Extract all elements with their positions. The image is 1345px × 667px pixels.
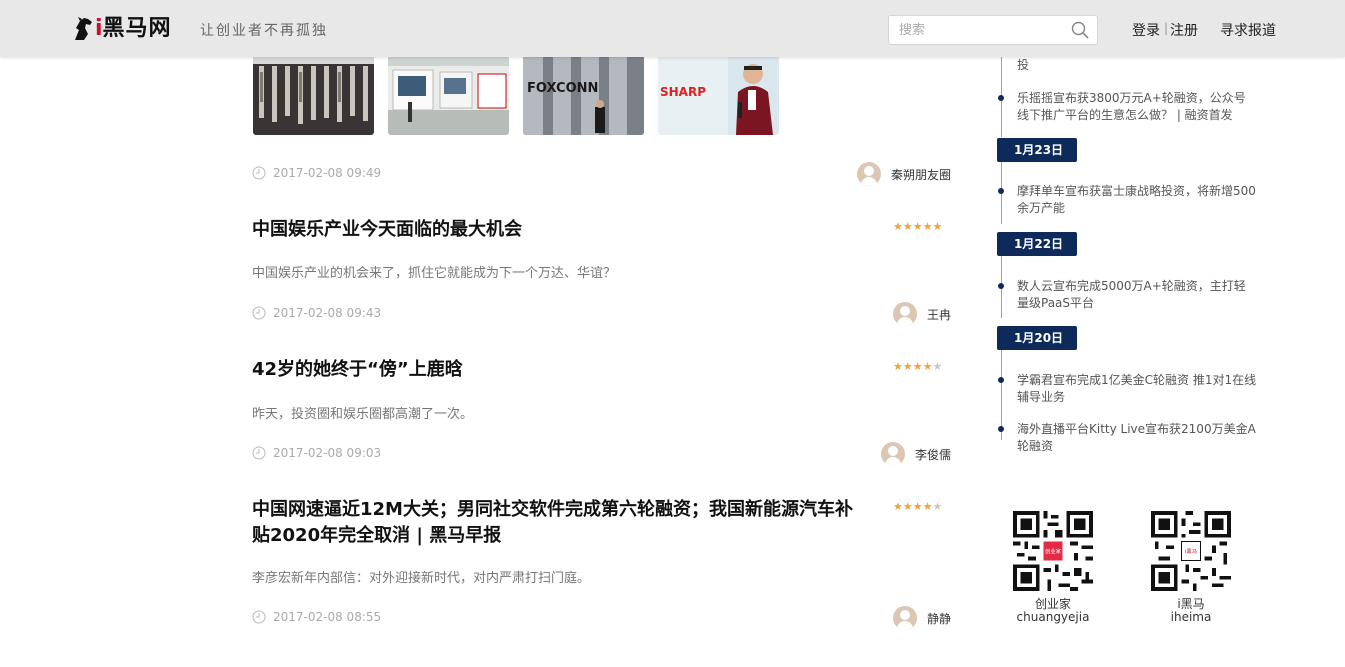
clock-icon: [252, 446, 266, 460]
thumbnail-exhibition-image: [388, 52, 509, 135]
star-icon: ★: [932, 220, 943, 233]
timeline-item[interactable]: 乐摇摇宣布获3800万元A+轮融资，公众号线下推广平台的生意怎么做？ | 融资首…: [1017, 90, 1257, 124]
qr-label-chuangyejia: 创业家 chuangyejia: [998, 598, 1108, 624]
qr-code-iheima-icon: i黑马: [1151, 511, 1231, 591]
article-time: 2017-02-08 08:55: [252, 610, 381, 624]
logo-i-letter: i: [95, 16, 103, 41]
article-author[interactable]: 王冉: [892, 302, 951, 326]
author-name: 李俊儒: [914, 447, 951, 462]
article-time-text: 2017-02-08 09:03: [273, 446, 382, 460]
clock-icon: [252, 610, 266, 624]
thumbnail-sharp-image: SHARP: [658, 52, 779, 135]
thumbnail-sharp[interactable]: SHARP: [658, 52, 779, 135]
timeline-item[interactable]: 投: [1017, 57, 1257, 74]
star-icon: ★: [902, 500, 913, 513]
timeline-date-badge: 1月22日: [997, 232, 1077, 256]
author-avatar: [880, 442, 905, 466]
timeline-item[interactable]: 摩拜单车宣布获富士康战略投资，将新增500余万产能: [1017, 183, 1257, 217]
clock-icon: [252, 306, 266, 320]
article-title[interactable]: 中国娱乐产业今天面临的最大机会: [252, 217, 862, 243]
thumbnail-pens[interactable]: [253, 52, 374, 135]
thumbnail-exhibition[interactable]: [388, 52, 509, 135]
article-author[interactable]: 静静: [892, 606, 951, 630]
qr-badge-left: 创业家: [1045, 547, 1062, 555]
timeline-item[interactable]: 海外直播平台Kitty Live宣布获2100万美金A轮融资: [1017, 421, 1257, 455]
article-time: 2017-02-08 09:49: [252, 166, 381, 180]
clock-icon: [252, 166, 266, 180]
timeline-dot-icon: [998, 95, 1004, 101]
article-author[interactable]: 李俊儒: [880, 442, 951, 466]
star-icon: ★: [902, 360, 913, 373]
timeline-item[interactable]: 学霸君宣布完成1亿美金C轮融资 推1对1在线辅导业务: [1017, 372, 1257, 406]
svg-text:SHARP: SHARP: [660, 85, 706, 99]
timeline-date-badge: 1月23日: [997, 138, 1077, 162]
article-title[interactable]: 中国网速逼近12M大关；男同社交软件完成第六轮融资；我国新能源汽车补贴2020年…: [252, 497, 862, 549]
site-logo[interactable]: i 黑马网: [72, 14, 172, 44]
star-icon: ★: [902, 220, 913, 233]
slogan: 让创业者不再孤独: [200, 23, 328, 39]
register-link[interactable]: 注册: [1170, 20, 1198, 40]
thumbnail-foxconn-image: FOXCONN: [523, 52, 644, 135]
star-rating: ★★★★★: [893, 501, 942, 512]
thumbnail-foxconn[interactable]: FOXCONN: [523, 52, 644, 135]
star-rating: ★★★★★: [893, 221, 942, 232]
star-empty-icon: ★: [932, 360, 943, 373]
author-name: 静静: [926, 611, 951, 626]
star-icon: ★: [912, 500, 923, 513]
top-header: i 黑马网 让创业者不再孤独 登录 | 注册 寻求报道: [0, 0, 1345, 57]
article-time-text: 2017-02-08 09:43: [273, 306, 382, 320]
star-icon: ★: [893, 360, 903, 373]
qr-label-en: chuangyejia: [1016, 610, 1090, 624]
search-icon[interactable]: [1071, 21, 1089, 39]
star-icon: ★: [922, 220, 933, 233]
timeline-dot-icon: [998, 188, 1004, 194]
search-box: [888, 15, 1098, 45]
qr-label-en: iheima: [1170, 610, 1212, 624]
author-name: 秦朔朋友圈: [890, 167, 951, 182]
article-title[interactable]: 42岁的她终于“傍”上鹿晗: [252, 357, 862, 383]
star-icon: ★: [922, 500, 933, 513]
author-avatar: [892, 606, 917, 630]
article-summary: 中国娱乐产业的机会来了，抓住它就能成为下一个万达、华谊？: [252, 266, 617, 281]
star-icon: ★: [912, 360, 923, 373]
svg-text:FOXCONN: FOXCONN: [527, 81, 598, 96]
qr-label-iheima: i黑马 iheima: [1136, 598, 1246, 624]
timeline-dot-icon: [998, 377, 1004, 383]
star-icon: ★: [893, 500, 903, 513]
author-avatar: [856, 162, 881, 186]
horse-logo-icon: [75, 17, 92, 40]
logo-text: 黑马网: [102, 16, 172, 41]
page: i 黑马网 让创业者不再孤独 登录 | 注册 寻求报道: [0, 0, 1345, 667]
nav-separator: |: [1164, 21, 1169, 35]
timeline-dot-icon: [998, 283, 1004, 289]
qr-badge-right: i黑马: [1185, 547, 1197, 555]
article-time-text: 2017-02-08 08:55: [273, 610, 382, 624]
star-empty-icon: ★: [932, 500, 943, 513]
timeline-dot-icon: [998, 426, 1004, 432]
article-summary: 昨天，投资圈和娱乐圈都高潮了一次。: [252, 407, 474, 422]
timeline-date-badge: 1月20日: [997, 326, 1077, 350]
article-time-text: 2017-02-08 09:49: [273, 166, 382, 180]
article-author[interactable]: 秦朔朋友圈: [856, 162, 951, 186]
search-input[interactable]: [889, 16, 1064, 44]
star-rating: ★★★★★: [893, 361, 942, 372]
timeline-item[interactable]: 数人云宣布完成5000万A+轮融资，主打轻量级PaaS平台: [1017, 278, 1257, 312]
article-time: 2017-02-08 09:03: [252, 446, 381, 460]
article-time: 2017-02-08 09:43: [252, 306, 381, 320]
author-avatar: [892, 302, 917, 326]
thumbnail-pens-image: [253, 52, 374, 135]
star-icon: ★: [922, 360, 933, 373]
star-icon: ★: [912, 220, 923, 233]
seek-report-link[interactable]: 寻求报道: [1220, 20, 1276, 40]
article-summary: 李彦宏新年内部信：对外迎接新时代，对内严肃打扫门庭。: [252, 571, 591, 586]
qr-code-chuangyejia-icon: 创业家: [1013, 511, 1093, 591]
star-icon: ★: [893, 220, 903, 233]
author-name: 王冉: [926, 307, 951, 322]
login-link[interactable]: 登录: [1132, 20, 1160, 40]
